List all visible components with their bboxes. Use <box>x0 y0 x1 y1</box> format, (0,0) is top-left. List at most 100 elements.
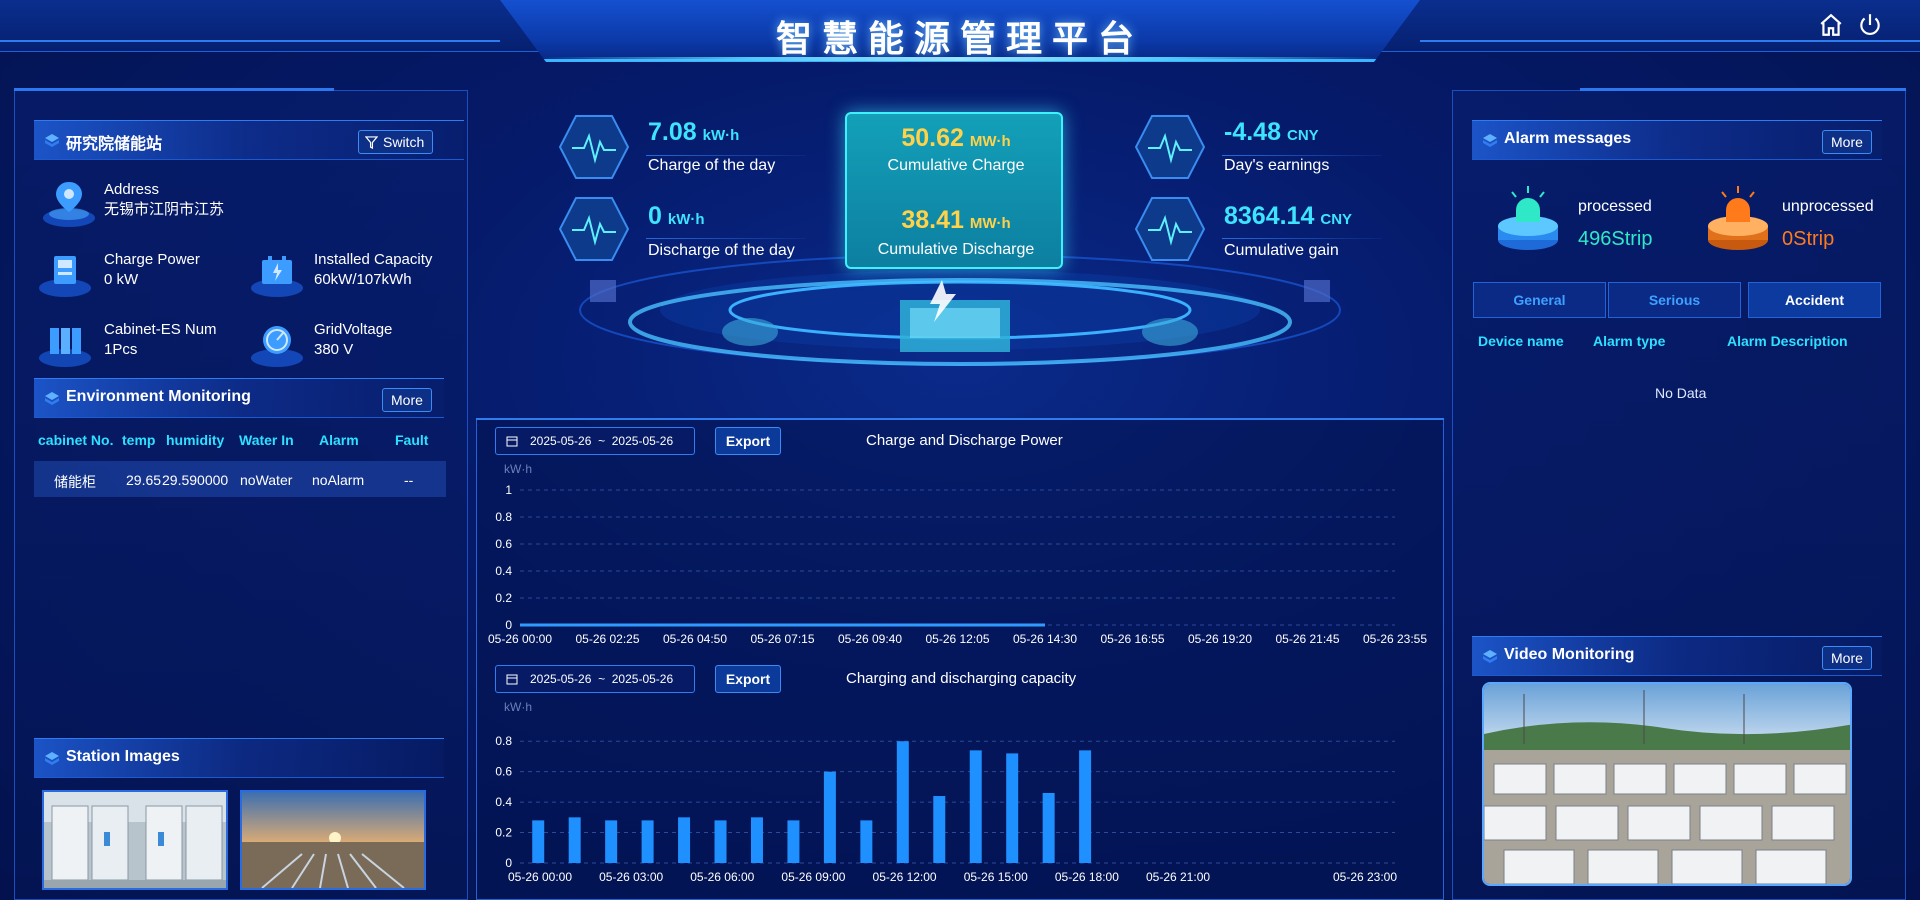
discharge-day-unit: kW·h <box>667 211 705 228</box>
unprocessed-value: 0Strip <box>1782 228 1835 250</box>
env-cell-temp: 29.65 <box>126 472 162 488</box>
power-chart: kW·h 0 0.2 0.4 0.6 0.8 1 05-26 00:00 05-26 02:25… <box>488 462 1427 646</box>
x-tick-label: 05-26 04:50 <box>663 632 727 646</box>
capacity-bar <box>823 771 836 863</box>
station-images-title: Station Images <box>66 748 180 765</box>
tab-general[interactable]: General <box>1473 282 1606 318</box>
station-name: 研究院储能站 <box>66 136 163 153</box>
y-tick-label: 0.4 <box>495 795 512 809</box>
charge-power-label: Charge Power <box>104 251 200 268</box>
cabinet-num-label: Cabinet-ES Num <box>104 321 217 338</box>
tab-serious[interactable]: Serious <box>1608 282 1741 318</box>
env-cell-fault: -- <box>404 472 414 488</box>
y-tick-label: 0.8 <box>495 734 512 748</box>
cum-charge-label: Cumulative Charge <box>887 157 1025 174</box>
pulse-icon <box>1134 115 1206 179</box>
video-feed[interactable] <box>1482 682 1852 886</box>
power-icon[interactable] <box>1857 12 1883 38</box>
cum-discharge-number: 38.41 <box>901 206 964 234</box>
capacity-date-start: 2025-05-26 <box>530 672 592 686</box>
cube-icon <box>45 392 59 405</box>
capacity-bar <box>896 741 909 863</box>
discharge-day-number: 0 <box>648 202 662 230</box>
pulse-icon <box>558 197 630 261</box>
x-tick-label: 05-26 19:20 <box>1188 632 1252 646</box>
home-icon[interactable] <box>1818 12 1844 38</box>
video-more-button[interactable]: More <box>1822 646 1872 670</box>
capacity-bar <box>933 796 946 863</box>
cum-discharge-value: 38.41 MW·h <box>847 206 1065 235</box>
env-col-humidity: humidity <box>166 432 225 448</box>
station-image-solar-field[interactable] <box>240 790 426 890</box>
environment-title: Environment Monitoring <box>66 388 251 405</box>
grid-voltage-item: GridVoltage 380 V <box>314 320 392 360</box>
power-date-text: 2025-05-26 ~ 2025-05-26 <box>530 428 673 454</box>
capacity-export-button[interactable]: Export <box>715 665 781 693</box>
alarm-empty-text: No Data <box>1655 385 1707 401</box>
unprocessed-label: unprocessed <box>1782 198 1874 215</box>
capacity-bar <box>969 750 982 863</box>
charge-day-value: 7.08 kW·h <box>648 118 739 147</box>
cube-icon <box>45 752 59 765</box>
y-tick-label: 0.6 <box>495 537 512 551</box>
earnings-unit: CNY <box>1286 127 1319 144</box>
tab-accident[interactable]: Accident <box>1748 282 1881 318</box>
charts-panel-top-line <box>476 418 1444 420</box>
capacity-bar <box>1042 792 1055 863</box>
video-header: Video Monitoring More <box>1472 636 1882 676</box>
charge-power-icon <box>39 256 91 297</box>
pulse-icon <box>1134 197 1206 261</box>
calendar-icon <box>506 436 518 447</box>
env-col-cabinet: cabinet No. <box>38 432 114 448</box>
capacity-chart: kW·h 0 0.2 0.4 0.6 0.8 05-26 00:00 05-26 03:00 0… <box>495 700 1397 884</box>
alarm-title: Alarm messages <box>1504 130 1632 147</box>
charge-power-item: Charge Power 0 kW <box>104 250 200 290</box>
charge-day-unit: kW·h <box>702 127 740 144</box>
stat-underline <box>646 238 806 239</box>
alarm-more-button[interactable]: More <box>1822 130 1872 154</box>
alarm-header: Alarm messages More <box>1472 120 1882 160</box>
capacity-bar <box>714 820 727 863</box>
capacity-date-range[interactable]: 2025-05-26 ~ 2025-05-26 <box>495 665 695 693</box>
env-col-water-in: Water In <box>239 432 294 448</box>
capacity-bar <box>1006 753 1019 863</box>
gain-number: 8364.14 <box>1224 202 1315 230</box>
cumulative-box: 50.62 MW·h Cumulative Charge 38.41 MW·h Cu… <box>845 112 1063 269</box>
x-tick-label: 05-26 14:30 <box>1013 632 1077 646</box>
x-tick-label: 05-26 16:55 <box>1100 632 1164 646</box>
capacity-bar <box>750 817 763 863</box>
discharge-day-label: Discharge of the day <box>648 242 795 259</box>
earnings-label: Day's earnings <box>1224 157 1330 174</box>
cabinet-num-item: Cabinet-ES Num 1Pcs <box>104 320 217 360</box>
cum-discharge-unit: MW·h <box>969 215 1011 232</box>
power-export-button[interactable]: Export <box>715 427 781 455</box>
right-panel-top-line <box>1580 88 1906 91</box>
capacity-bar <box>1079 750 1092 863</box>
switch-button[interactable]: Switch <box>358 130 434 154</box>
env-cell-water-in: noWater <box>240 472 293 488</box>
alarm-col-description: Alarm Description <box>1727 333 1848 349</box>
y-tick-label: 0.2 <box>495 591 512 605</box>
y-tick-label: 0.4 <box>495 564 512 578</box>
x-tick-label: 05-26 23:55 <box>1363 632 1427 646</box>
power-date-range[interactable]: 2025-05-26 ~ 2025-05-26 <box>495 427 695 455</box>
processed-value: 496Strip <box>1578 228 1653 250</box>
station-image-cabinets[interactable] <box>42 790 228 890</box>
video-frame-image <box>1484 684 1850 884</box>
environment-more-button[interactable]: More <box>382 388 432 412</box>
power-chart-title: Charge and Discharge Power <box>866 432 1063 449</box>
capacity-bar <box>787 820 800 863</box>
x-tick-label: 05-26 12:00 <box>873 870 937 884</box>
siren-processed-icon <box>1498 186 1558 250</box>
cabinet-photo <box>44 792 226 888</box>
station-images-header: Station Images <box>34 738 444 778</box>
env-cell-alarm: noAlarm <box>312 472 365 488</box>
left-panel-top-line <box>14 88 334 91</box>
address-item: Address 无锡市江阴市江苏 <box>104 180 224 220</box>
earnings-value: -4.48 CNY <box>1224 118 1319 147</box>
page-title: 智慧能源管理平台 <box>775 18 1144 59</box>
x-tick-label: 05-26 21:00 <box>1146 870 1210 884</box>
x-tick-label: 05-26 18:00 <box>1055 870 1119 884</box>
env-cell-humidity: 29.590000 <box>162 472 229 488</box>
power-date-end: 2025-05-26 <box>611 434 674 448</box>
